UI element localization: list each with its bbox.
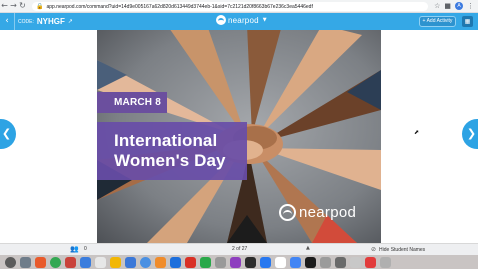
brand-name: nearpod [228, 15, 259, 25]
next-slide-button[interactable]: ❯ [462, 119, 478, 149]
profile-avatar[interactable]: A [455, 2, 463, 10]
dock-app-icon[interactable] [50, 256, 61, 268]
hide-names-label: Hide Student Names [379, 246, 426, 253]
lock-icon: 🔒 [36, 3, 44, 10]
reload-icon[interactable]: ↻ [18, 0, 27, 12]
nearpod-logo-icon [279, 204, 296, 221]
back-icon[interactable]: ← [0, 0, 9, 12]
dock-app-icon[interactable] [170, 256, 181, 268]
dock-app-icon[interactable] [215, 256, 226, 268]
dock-app-icon[interactable] [230, 256, 241, 268]
previous-slide-button[interactable]: ❮ [0, 119, 16, 149]
dock-app-icon[interactable] [275, 256, 286, 268]
address-bar[interactable]: 🔒 app.nearpod.com/command?uid=14d9e00516… [32, 2, 428, 11]
students-icon[interactable]: 👥 [70, 245, 79, 253]
code-label: CODE: [18, 18, 34, 25]
browser-actions: ☆ ■ A ⋮ [434, 2, 474, 10]
add-activity-button[interactable]: + Add Activity [419, 16, 456, 27]
caret-up-icon[interactable]: ▲ [306, 245, 310, 251]
chevron-left-icon[interactable]: ‹ [0, 13, 14, 30]
star-icon[interactable]: ☆ [434, 2, 440, 10]
brand-menu[interactable]: nearpod ▼ [216, 15, 267, 25]
dock-app-icon[interactable] [350, 256, 361, 268]
nearpod-logo-icon [216, 15, 226, 25]
presentation-stage: ❮ ❯ ⬈ MARCH 8 International Women's Day … [0, 30, 478, 243]
dock-app-icon[interactable] [380, 256, 391, 268]
students-count: 0 [84, 246, 87, 252]
slide-logo-text: nearpod [299, 204, 357, 221]
dock-app-icon[interactable] [245, 256, 256, 268]
title-line-2: Women's Day [114, 151, 226, 170]
dock-app-icon[interactable] [305, 256, 316, 268]
dock-app-icon[interactable] [290, 256, 301, 268]
dock-app-icon[interactable] [200, 256, 211, 268]
dock-app-icon[interactable] [35, 256, 46, 268]
nearpod-toolbar: ‹ CODE: NYHGF ↗ nearpod ▼ + Add Activity… [0, 13, 478, 30]
dock-app-icon[interactable] [80, 256, 91, 268]
date-label: MARCH 8 [97, 92, 167, 113]
external-link-icon[interactable]: ↗ [68, 18, 73, 25]
session-code[interactable]: CODE: NYHGF ↗ [14, 13, 76, 30]
dock-app-icon[interactable] [365, 256, 376, 268]
dock-app-icon[interactable] [155, 256, 166, 268]
browser-chrome: ← → ↻ 🔒 app.nearpod.com/command?uid=14d9… [0, 0, 478, 13]
menu-icon[interactable]: ⋮ [467, 2, 474, 10]
dock-app-icon[interactable] [65, 256, 76, 268]
title-line-1: International [114, 131, 218, 150]
extension-icon[interactable]: ■ [444, 2, 451, 10]
screen: ← → ↻ 🔒 app.nearpod.com/command?uid=14d9… [0, 0, 478, 269]
dock-app-icon[interactable] [140, 256, 151, 268]
slide: MARCH 8 International Women's Day nearpo… [97, 30, 381, 243]
dock-app-icon[interactable] [185, 256, 196, 268]
mac-dock [0, 255, 478, 269]
page-indicator: 2 of 27 [232, 246, 248, 252]
slide-title: International Women's Day [97, 122, 247, 180]
code-value: NYHGF [36, 17, 65, 26]
url-text: app.nearpod.com/command?uid=14d9e005167a… [46, 3, 313, 10]
dock-app-icon[interactable] [95, 256, 106, 268]
presenter-bottom-bar: 👥 0 2 of 27 ▲ ⊘ Hide Student Names [0, 243, 478, 255]
mouse-cursor-icon: ⬈ [414, 129, 420, 136]
hide-student-names-toggle[interactable]: ⊘ Hide Student Names [371, 246, 425, 253]
dock-app-icon[interactable] [5, 256, 16, 268]
slide-nearpod-logo: nearpod [279, 204, 356, 221]
eye-slash-icon: ⊘ [371, 246, 377, 253]
dock-app-icon[interactable] [320, 256, 331, 268]
forward-icon[interactable]: → [9, 0, 18, 12]
dock-app-icon[interactable] [260, 256, 271, 268]
grid-view-icon[interactable]: ▦ [462, 16, 473, 27]
dock-app-icon[interactable] [110, 256, 121, 268]
dock-app-icon[interactable] [335, 256, 346, 268]
dock-app-icon[interactable] [20, 256, 31, 268]
chevron-down-icon: ▼ [262, 17, 267, 23]
dock-app-icon[interactable] [125, 256, 136, 268]
